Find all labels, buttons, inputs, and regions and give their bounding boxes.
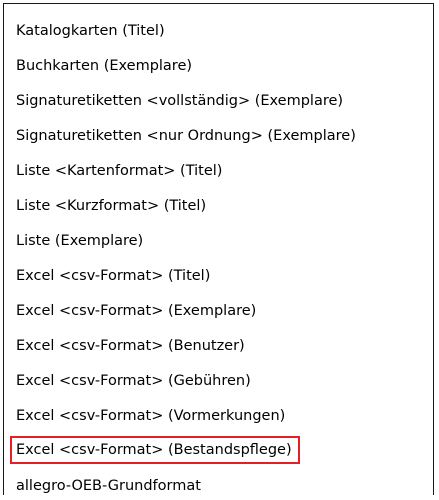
menu-item-allegro-oeb-grundformat[interactable]: allegro-OEB-Grundformat xyxy=(10,472,207,500)
menu-item-buchkarten-exemplare[interactable]: Buchkarten (Exemplare) xyxy=(10,52,198,80)
menu-item-excel-csv-titel[interactable]: Excel <csv-Format> (Titel) xyxy=(10,262,216,290)
menu-item-excel-csv-bestandspflege[interactable]: Excel <csv-Format> (Bestandspflege) xyxy=(10,436,300,464)
menu-item-signaturetiketten-nur-ordnung[interactable]: Signaturetiketten <nur Ordnung> (Exempla… xyxy=(10,122,362,150)
menu-item-excel-csv-exemplare[interactable]: Excel <csv-Format> (Exemplare) xyxy=(10,297,262,325)
menu-item-excel-csv-gebuehren[interactable]: Excel <csv-Format> (Gebühren) xyxy=(10,367,257,395)
menu-item-signaturetiketten-vollstaendig[interactable]: Signaturetiketten <vollständig> (Exempla… xyxy=(10,87,349,115)
menu-item-liste-exemplare[interactable]: Liste (Exemplare) xyxy=(10,227,149,255)
menu-item-excel-csv-benutzer[interactable]: Excel <csv-Format> (Benutzer) xyxy=(10,332,251,360)
menu-item-excel-csv-vormerkungen[interactable]: Excel <csv-Format> (Vormerkungen) xyxy=(10,402,291,430)
menu-item-liste-kartenformat[interactable]: Liste <Kartenformat> (Titel) xyxy=(10,157,228,185)
export-format-menu: Katalogkarten (Titel) Buchkarten (Exempl… xyxy=(3,3,434,495)
menu-item-liste-kurzformat[interactable]: Liste <Kurzformat> (Titel) xyxy=(10,192,212,220)
menu-item-katalogkarten-titel[interactable]: Katalogkarten (Titel) xyxy=(10,17,171,45)
